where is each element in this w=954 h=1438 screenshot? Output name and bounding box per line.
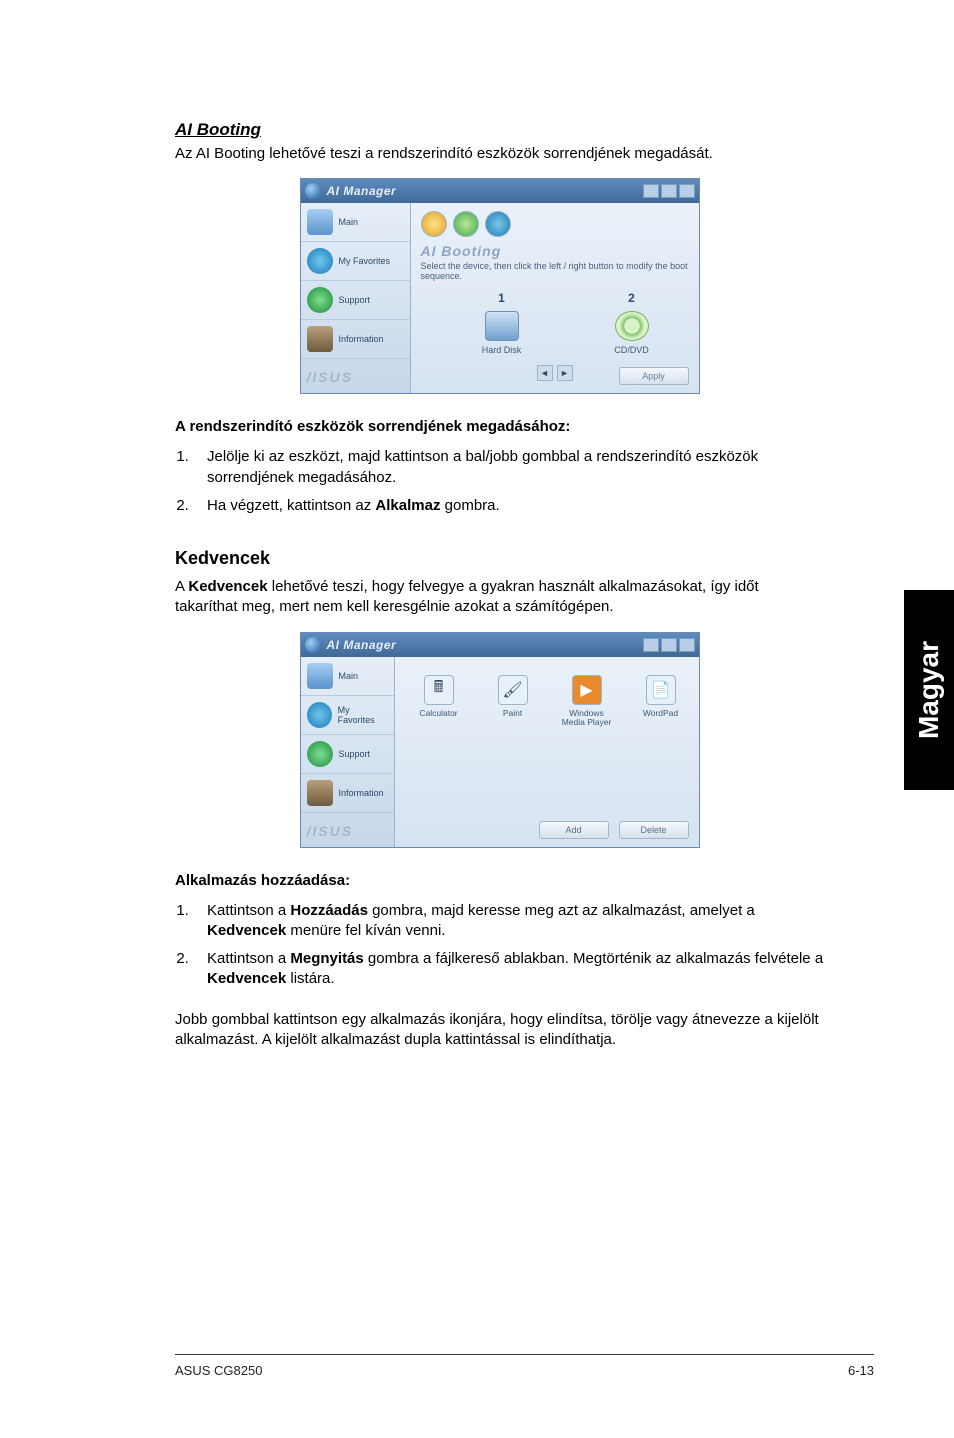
add-app-title: Alkalmazás hozzáadása: <box>175 872 824 889</box>
apply-button[interactable]: Apply <box>619 367 689 385</box>
app-logo-icon <box>305 637 321 653</box>
window-title: AI Manager <box>327 184 397 198</box>
boot-howto-title: A rendszerindító eszközök sorrendjének m… <box>175 418 824 435</box>
panel-title: AI Booting <box>421 243 689 259</box>
sidebar-item-label: Main <box>339 217 359 227</box>
harddisk-icon <box>485 311 519 341</box>
favorites-icon <box>307 248 333 274</box>
close-icon[interactable] <box>679 184 695 198</box>
sidebar: Main My Favorites Support Information <box>301 203 411 393</box>
cddvd-icon <box>615 311 649 341</box>
slot-number: 1 <box>457 291 547 305</box>
sidebar-item-label: My Favorites <box>339 256 391 266</box>
sidebar-item-label: Support <box>339 749 371 759</box>
screenshot-favorites: AI Manager Main My Favorites <box>300 632 700 848</box>
sidebar-item-information[interactable]: Information <box>301 320 410 359</box>
move-right-button[interactable]: ► <box>557 365 573 381</box>
favorites-outro: Jobb gombbal kattintson egy alkalmazás i… <box>175 1010 824 1051</box>
favorite-app-calculator[interactable]: 🖩 Calculator <box>411 675 467 728</box>
information-icon <box>307 326 333 352</box>
ai-booting-intro: Az AI Booting lehetővé teszi a rendszeri… <box>175 144 824 164</box>
main-panel: 🖩 Calculator 🖌 Paint ▶ Windows Media Pla… <box>395 657 699 847</box>
paint-icon: 🖌 <box>498 675 528 705</box>
window-title: AI Manager <box>327 638 397 652</box>
slot-label: Hard Disk <box>457 345 547 355</box>
favorite-app-media-player[interactable]: ▶ Windows Media Player <box>559 675 615 728</box>
maximize-icon[interactable] <box>661 638 677 652</box>
screenshot-ai-booting: AI Manager Main My Favorites <box>300 178 700 394</box>
footer-page-number: 6-13 <box>848 1363 874 1378</box>
information-icon <box>307 780 333 806</box>
support-icon <box>307 287 333 313</box>
sidebar-item-favorites[interactable]: My Favorites <box>301 242 410 281</box>
slot-label: CD/DVD <box>587 345 677 355</box>
add-app-step-1: Kattintson a Hozzáadás gombra, majd kere… <box>193 901 824 942</box>
favorite-label: WordPad <box>633 709 689 718</box>
panel-instruction: Select the device, then click the left /… <box>421 261 689 281</box>
add-app-step-2: Kattintson a Megnyitás gombra a fájlkere… <box>193 949 824 990</box>
favorite-label: Calculator <box>411 709 467 718</box>
language-label: Magyar <box>913 641 945 739</box>
sidebar-item-label: Main <box>339 671 359 681</box>
sidebar: Main My Favorites Support Information <box>301 657 395 847</box>
sidebar-item-label: Information <box>339 788 384 798</box>
minimize-icon[interactable] <box>643 184 659 198</box>
window-titlebar: AI Manager <box>301 179 699 203</box>
boot-step-1: Jelölje ki az eszközt, majd kattintson a… <box>193 447 824 488</box>
main-panel: AI Booting Select the device, then click… <box>411 203 699 393</box>
wordpad-icon: 📄 <box>646 675 676 705</box>
favorite-app-wordpad[interactable]: 📄 WordPad <box>633 675 689 728</box>
favorites-intro: A Kedvencek lehetővé teszi, hogy felvegy… <box>175 577 824 618</box>
brand-label: /ISUS <box>301 813 394 847</box>
sidebar-item-main[interactable]: Main <box>301 203 410 242</box>
toolbar-button-1[interactable] <box>421 211 447 237</box>
window-titlebar: AI Manager <box>301 633 699 657</box>
minimize-icon[interactable] <box>643 638 659 652</box>
sidebar-item-support[interactable]: Support <box>301 281 410 320</box>
delete-button[interactable]: Delete <box>619 821 689 839</box>
favorite-app-paint[interactable]: 🖌 Paint <box>485 675 541 728</box>
sidebar-item-label: My Favorites <box>338 705 388 725</box>
close-icon[interactable] <box>679 638 695 652</box>
favorites-icon <box>307 702 332 728</box>
support-icon <box>307 741 333 767</box>
boot-step-2: Ha végzett, kattintson az Alkalmaz gombr… <box>193 496 824 516</box>
sidebar-item-main[interactable]: Main <box>301 657 394 696</box>
main-icon <box>307 663 333 689</box>
sidebar-item-information[interactable]: Information <box>301 774 394 813</box>
language-tab: Magyar <box>904 590 954 790</box>
favorite-label: Paint <box>485 709 541 718</box>
boot-slot-2[interactable]: 2 CD/DVD <box>587 291 677 355</box>
sidebar-item-favorites[interactable]: My Favorites <box>301 696 394 735</box>
ai-booting-title: AI Booting <box>175 120 824 140</box>
sidebar-item-label: Information <box>339 334 384 344</box>
sidebar-item-label: Support <box>339 295 371 305</box>
maximize-icon[interactable] <box>661 184 677 198</box>
toolbar-button-2[interactable] <box>453 211 479 237</box>
main-icon <box>307 209 333 235</box>
favorite-label: Windows Media Player <box>559 709 615 728</box>
footer-product: ASUS CG8250 <box>175 1363 262 1378</box>
move-left-button[interactable]: ◄ <box>537 365 553 381</box>
brand-label: /ISUS <box>301 359 410 393</box>
favorites-title: Kedvencek <box>175 548 824 569</box>
boot-slot-1[interactable]: 1 Hard Disk <box>457 291 547 355</box>
sidebar-item-support[interactable]: Support <box>301 735 394 774</box>
mediaplayer-icon: ▶ <box>572 675 602 705</box>
app-logo-icon <box>305 183 321 199</box>
slot-number: 2 <box>587 291 677 305</box>
calculator-icon: 🖩 <box>424 675 454 705</box>
toolbar-button-3[interactable] <box>485 211 511 237</box>
add-button[interactable]: Add <box>539 821 609 839</box>
